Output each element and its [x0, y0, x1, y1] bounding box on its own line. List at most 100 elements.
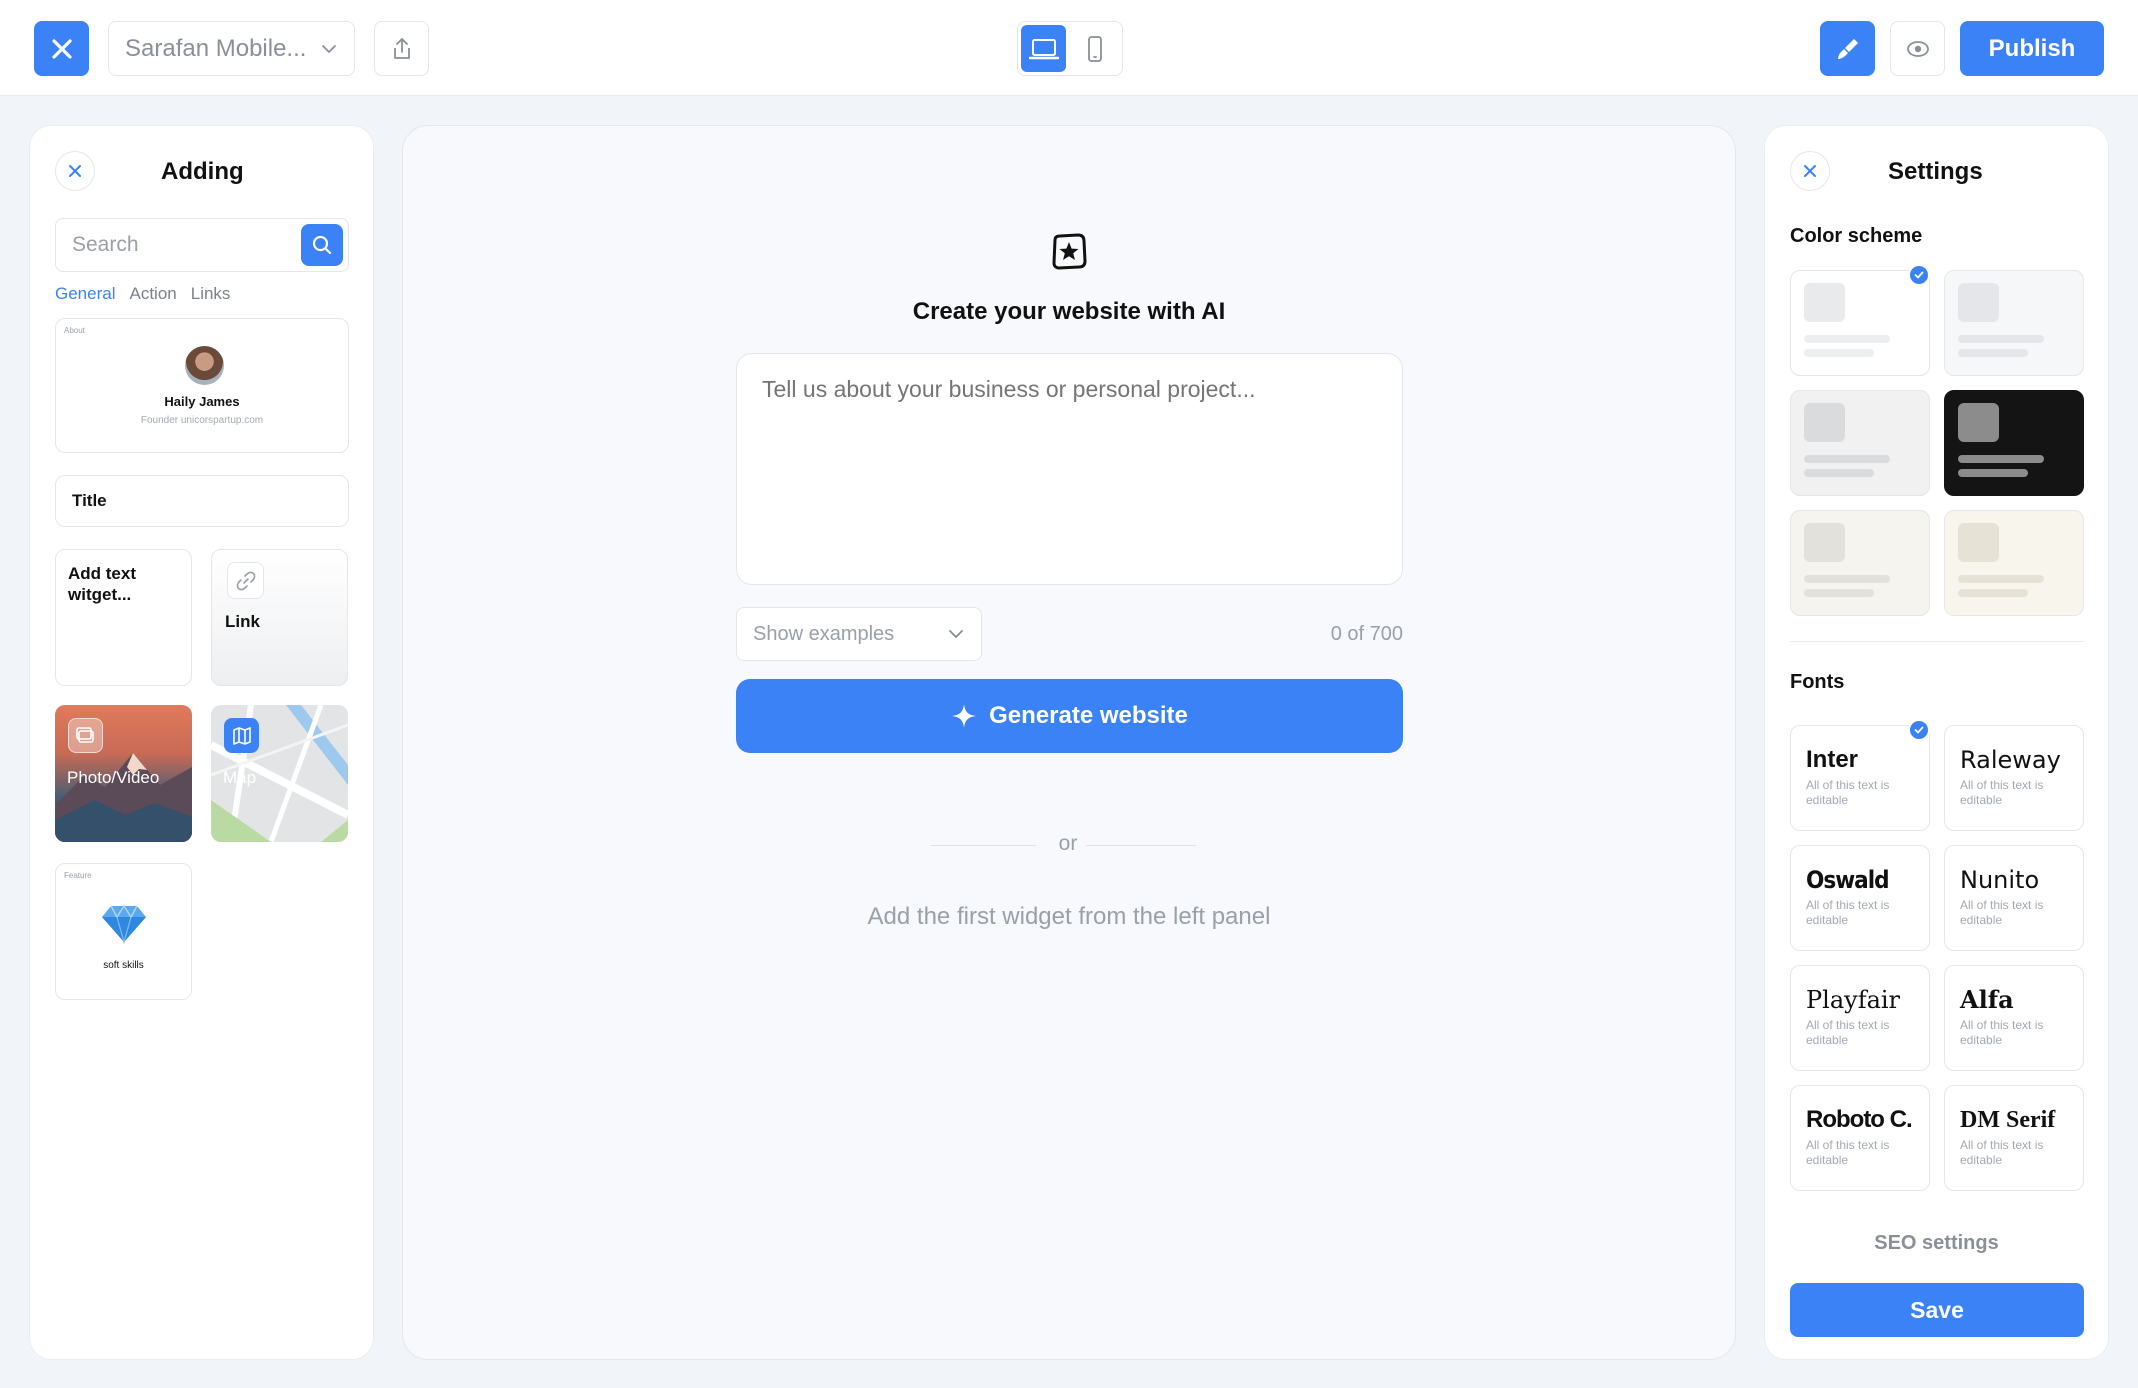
color-scheme-option[interactable] [1790, 510, 1930, 616]
about-name: Haily James [164, 394, 240, 409]
font-sample: All of this text is editable [1806, 898, 1890, 927]
mobile-view-button[interactable] [1072, 25, 1117, 72]
font-sample: All of this text is editable [1960, 778, 2044, 807]
tab-links[interactable]: Links [191, 284, 231, 304]
eye-icon [1906, 40, 1929, 57]
brush-icon [1837, 38, 1858, 59]
font-option[interactable]: DM Serif All of this text is editable [1944, 1085, 2084, 1191]
sparkle-icon [952, 704, 977, 728]
scheme-line [1804, 575, 1890, 583]
font-option[interactable]: Roboto C. All of this text is editable [1790, 1085, 1930, 1191]
font-sample: All of this text is editable [1960, 898, 2044, 927]
title-widget[interactable]: Title [55, 475, 349, 527]
close-editor-button[interactable] [34, 21, 89, 76]
divider-line [931, 845, 1036, 846]
panel-title: Adding [161, 158, 244, 185]
tab-general[interactable]: General [55, 284, 115, 304]
share-button[interactable] [374, 21, 429, 76]
scheme-line [1804, 469, 1874, 477]
widget-search-input[interactable]: Search [55, 218, 349, 272]
generate-label: Generate website [989, 702, 1188, 729]
scheme-line [1804, 455, 1890, 463]
desktop-view-button[interactable] [1021, 25, 1066, 72]
top-toolbar: Sarafan Mobile... Publish [0, 0, 2138, 96]
feature-widget[interactable]: Feature soft skills [55, 863, 192, 1000]
photo-widget-label: Photo/Video [67, 768, 160, 787]
ai-prompt-textarea[interactable] [736, 353, 1403, 585]
project-name: Sarafan Mobile... [125, 34, 307, 62]
editor-canvas: Create your website with AI Show example… [402, 125, 1736, 1360]
about-widget[interactable]: About Haily James Founder unicorspartup.… [55, 318, 349, 453]
link-widget-label: Link [225, 612, 260, 631]
font-sample: All of this text is editable [1806, 1138, 1890, 1167]
chevron-down-icon [322, 44, 336, 53]
font-name: Inter [1806, 746, 1859, 773]
close-icon [1804, 165, 1816, 177]
publish-button[interactable]: Publish [1960, 21, 2104, 76]
photo-icon-box [68, 718, 103, 753]
color-scheme-option[interactable] [1790, 264, 1930, 376]
font-option[interactable]: Oswald All of this text is editable [1790, 845, 1930, 951]
feature-label: soft skills [103, 960, 144, 971]
design-button[interactable] [1820, 21, 1875, 76]
device-toggle [1017, 21, 1123, 76]
panel-title: Settings [1888, 158, 1983, 185]
scheme-line [1958, 589, 2028, 597]
diamond-icon [102, 904, 146, 944]
font-option[interactable]: Nunito All of this text is editable [1944, 845, 2084, 951]
close-adding-panel-button[interactable] [55, 151, 95, 191]
share-icon [393, 37, 410, 59]
link-icon-box [227, 562, 264, 599]
close-icon [69, 165, 81, 177]
font-option[interactable]: Raleway All of this text is editable [1944, 725, 2084, 831]
text-widget-label: Add text witget... [68, 564, 136, 604]
close-settings-panel-button[interactable] [1790, 151, 1830, 191]
scheme-line [1958, 349, 2028, 357]
font-option[interactable]: Playfair All of this text is editable [1790, 965, 1930, 1071]
project-selector[interactable]: Sarafan Mobile... [108, 21, 355, 76]
scheme-line [1804, 589, 1874, 597]
font-sample: All of this text is editable [1960, 1138, 2044, 1167]
scheme-swatch [1958, 403, 1999, 442]
scheme-swatch [1804, 403, 1845, 442]
font-option[interactable]: Alfa All of this text is editable [1944, 965, 2084, 1071]
generate-website-button[interactable]: Generate website [736, 679, 1403, 753]
font-option[interactable]: Inter All of this text is editable [1790, 719, 1930, 831]
save-button[interactable]: Save [1790, 1283, 2084, 1337]
font-name: Roboto C. [1806, 1106, 1913, 1133]
photo-video-widget[interactable]: Photo/Video [55, 705, 192, 842]
color-scheme-label: Color scheme [1790, 225, 1923, 247]
map-icon-box [224, 718, 259, 753]
show-examples-dropdown[interactable]: Show examples [736, 607, 982, 661]
mountain-image [55, 753, 192, 842]
scheme-swatch [1804, 283, 1845, 322]
text-widget[interactable]: Add text witget... [55, 549, 192, 686]
link-widget[interactable]: Link [211, 549, 348, 686]
ai-star-icon [1052, 233, 1087, 270]
widget-tag: About [64, 326, 85, 335]
scheme-line [1804, 349, 1874, 357]
map-widget-label: Map [223, 768, 257, 787]
seo-settings-link[interactable]: SEO settings [1765, 1232, 2108, 1255]
font-name: Nunito [1960, 866, 2040, 894]
map-widget[interactable]: Map [211, 705, 348, 842]
laptop-icon [1028, 38, 1059, 59]
color-scheme-option[interactable] [1944, 270, 2084, 376]
color-scheme-option[interactable] [1790, 390, 1930, 496]
font-name: Alfa [1960, 985, 2014, 1014]
scheme-line [1958, 575, 2044, 583]
link-icon [236, 571, 255, 590]
tab-action[interactable]: Action [129, 284, 176, 304]
color-scheme-option[interactable] [1944, 390, 2084, 496]
font-sample: All of this text is editable [1806, 778, 1890, 807]
character-count: 0 of 700 [1330, 623, 1403, 645]
preview-button[interactable] [1890, 21, 1945, 76]
map-icon [232, 726, 251, 745]
color-scheme-option[interactable] [1944, 510, 2084, 616]
close-icon [51, 38, 72, 59]
scheme-swatch [1804, 523, 1845, 562]
scheme-line [1958, 335, 2044, 343]
divider-line [1086, 845, 1196, 846]
font-name: DM Serif [1960, 1107, 2056, 1133]
search-button[interactable] [301, 224, 343, 266]
